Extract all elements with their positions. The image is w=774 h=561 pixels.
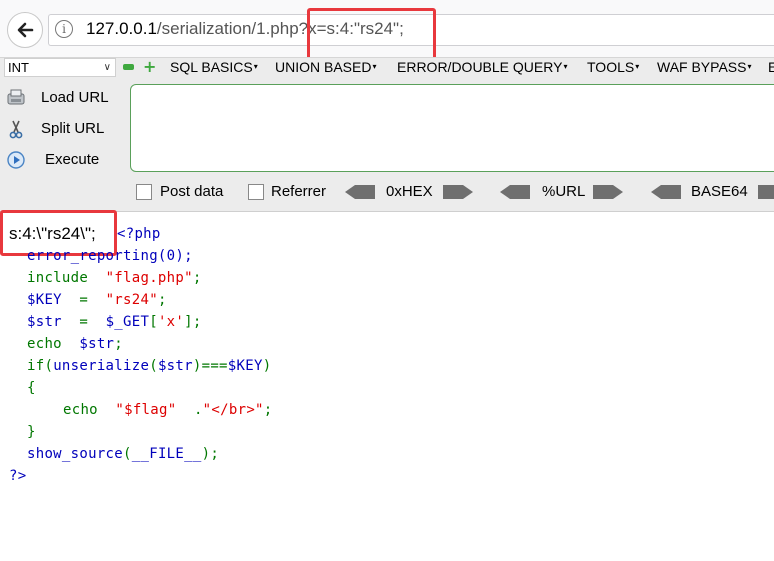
- menu-error-double-query[interactable]: ERROR/DOUBLE QUERY▾: [397, 59, 567, 75]
- info-icon[interactable]: i: [55, 20, 73, 38]
- code-line: echo $str;: [27, 336, 124, 352]
- encode-base64-arrow-icon[interactable]: [758, 184, 774, 200]
- menu-overflow[interactable]: E: [768, 59, 774, 75]
- decode-hex-arrow-icon[interactable]: [345, 184, 375, 200]
- code-line: {: [27, 380, 36, 396]
- load-url-icon: [7, 89, 25, 105]
- code-line-php-open: <?php: [117, 226, 161, 242]
- type-select-value: INT: [8, 60, 29, 75]
- dropdown-arrow-icon: ▾: [563, 62, 568, 71]
- code-line-php-close: ?>: [9, 468, 27, 484]
- code-line: $str = $_GET['x'];: [27, 314, 202, 330]
- split-url-button[interactable]: Split URL: [0, 115, 125, 143]
- url-highlight-box: [307, 8, 436, 60]
- decode-url-arrow-icon[interactable]: [500, 184, 530, 200]
- load-url-label: Load URL: [41, 89, 109, 106]
- referrer-label: Referrer: [271, 183, 327, 200]
- code-line: }: [27, 424, 36, 440]
- load-url-button[interactable]: Load URL: [0, 84, 125, 112]
- hex-label: 0xHEX: [386, 183, 433, 200]
- plus-icon[interactable]: +: [143, 59, 156, 75]
- url-encode-label: %URL: [542, 183, 586, 200]
- code-line: include "flag.php";: [27, 270, 202, 286]
- back-button[interactable]: [7, 12, 43, 48]
- dropdown-arrow-icon: ▾: [253, 62, 258, 71]
- code-line: $KEY = "rs24";: [27, 292, 167, 308]
- split-url-label: Split URL: [41, 120, 105, 137]
- dropdown-arrow-icon: ▾: [372, 62, 377, 71]
- dropdown-arrow-icon: ▾: [635, 62, 640, 71]
- url-textarea[interactable]: [130, 84, 774, 172]
- post-data-checkbox[interactable]: [136, 184, 152, 200]
- code-line: echo "$flag" ."</br>";: [63, 402, 273, 418]
- menu-waf-bypass[interactable]: WAF BYPASS▾: [657, 59, 751, 75]
- decode-base64-arrow-icon[interactable]: [651, 184, 681, 200]
- play-icon: [7, 151, 25, 169]
- url-host: 127.0.0.1: [86, 19, 157, 38]
- dropdown-arrow-icon: ▾: [747, 62, 752, 71]
- execute-label: Execute: [45, 151, 100, 168]
- encode-hex-arrow-icon[interactable]: [443, 184, 473, 200]
- code-line: error_reporting(0);: [27, 248, 193, 264]
- code-line: if(unserialize($str)===$KEY): [27, 358, 272, 374]
- chevron-down-icon: ∨: [103, 62, 111, 73]
- code-line: show_source(__FILE__);: [27, 446, 220, 462]
- back-arrow-icon: [17, 22, 34, 38]
- execute-button[interactable]: Execute: [0, 146, 125, 174]
- encode-url-arrow-icon[interactable]: [593, 184, 623, 200]
- scissors-icon: [9, 120, 23, 139]
- menu-sql-basics[interactable]: SQL BASICS▾: [170, 59, 258, 75]
- menu-tools[interactable]: TOOLS▾: [587, 59, 639, 75]
- type-select[interactable]: INT ∨: [4, 58, 116, 77]
- post-data-label: Post data: [160, 183, 224, 200]
- base64-label: BASE64: [691, 183, 748, 200]
- menu-union-based[interactable]: UNION BASED▾: [275, 59, 376, 75]
- minus-icon[interactable]: [123, 64, 134, 70]
- referrer-checkbox[interactable]: [248, 184, 264, 200]
